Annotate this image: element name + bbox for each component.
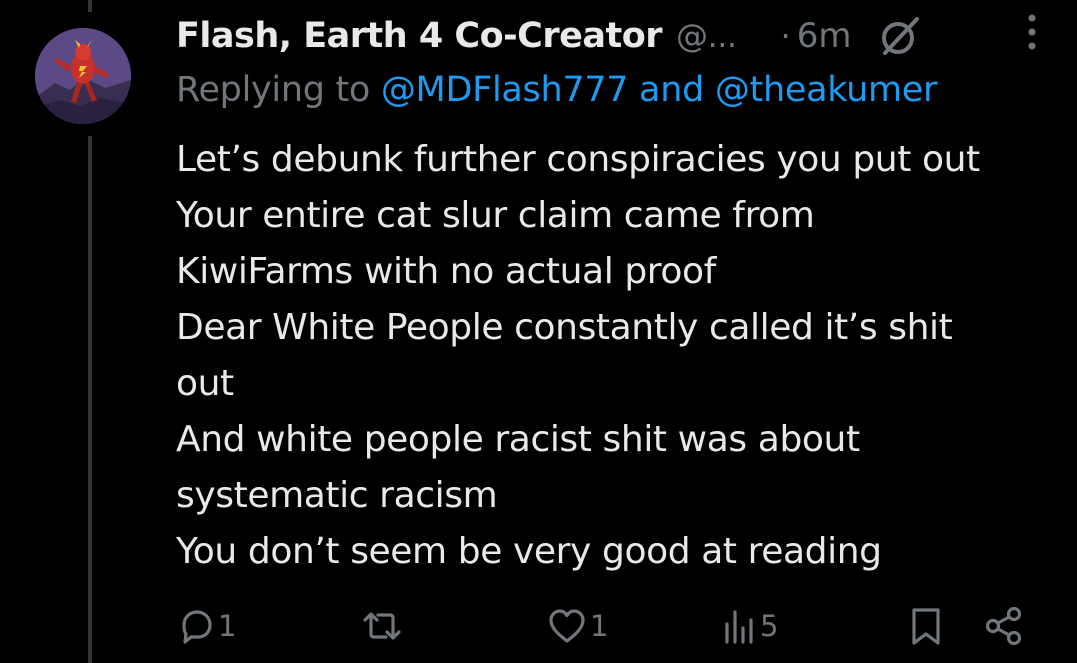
- replying-to: Replying to @MDFlash777 and @theakumer: [176, 70, 937, 110]
- separator-dot: ·: [780, 17, 791, 55]
- tweet-text-line: Your entire cat slur claim came from: [176, 195, 815, 236]
- tweet-text-line: out: [176, 363, 234, 404]
- tweet-text-line: And white people racist shit was about: [176, 419, 860, 460]
- tweet-text-line: Let’s debunk further conspiracies you pu…: [176, 139, 980, 180]
- bookmark-icon: [908, 605, 944, 647]
- avatar[interactable]: [35, 28, 131, 124]
- retweet-button[interactable]: [360, 600, 404, 652]
- more-vertical-icon[interactable]: [1025, 8, 1039, 52]
- user-handle[interactable]: @...: [676, 17, 737, 55]
- mention-conjunction[interactable]: and: [628, 70, 715, 110]
- tweet-text-line: Dear White People constantly called it’s…: [176, 307, 953, 348]
- display-name[interactable]: Flash, Earth 4 Co-Creator: [176, 16, 663, 56]
- reply-count: 1: [218, 609, 237, 643]
- replying-to-label: Replying to: [176, 70, 381, 110]
- reply-button[interactable]: 1: [176, 600, 236, 652]
- views-button[interactable]: 5: [722, 600, 778, 652]
- tweet-text-line: You don’t seem be very good at reading: [176, 531, 882, 572]
- share-icon: [984, 605, 1024, 647]
- like-count: 1: [590, 609, 609, 643]
- reply-icon: [176, 606, 216, 646]
- views-count: 5: [760, 609, 779, 643]
- tweet-text-line: KiwiFarms with no actual proof: [176, 251, 716, 292]
- timestamp[interactable]: 6m: [797, 16, 852, 56]
- grok-icon[interactable]: [877, 13, 923, 59]
- thread-line: [88, 136, 92, 663]
- avatar-image: [35, 28, 131, 124]
- retweet-icon: [360, 606, 404, 646]
- bookmark-button[interactable]: [908, 600, 944, 652]
- mention-link[interactable]: @MDFlash777: [381, 70, 629, 110]
- action-bar: 1 1 5: [0, 600, 1077, 652]
- views-icon: [722, 606, 758, 646]
- like-button[interactable]: 1: [546, 600, 608, 652]
- mention-link[interactable]: @theakumer: [715, 70, 938, 110]
- thread-line-top: [88, 0, 92, 12]
- tweet-text: Let’s debunk further conspiracies you pu…: [176, 132, 1056, 580]
- heart-icon: [546, 606, 588, 646]
- tweet-header: Flash, Earth 4 Co-Creator @... · 6m: [176, 10, 1057, 62]
- share-button[interactable]: [984, 600, 1024, 652]
- tweet-text-line: systematic racism: [176, 475, 498, 516]
